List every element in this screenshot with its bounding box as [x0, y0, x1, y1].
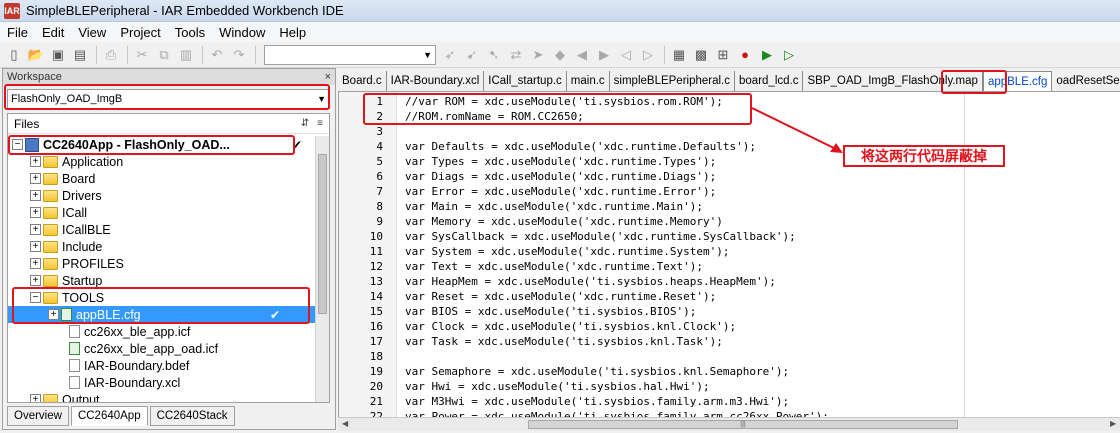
annotation-arrow [751, 107, 843, 153]
annotation-label: 将这两行代码屏蔽掉 [843, 145, 1005, 167]
